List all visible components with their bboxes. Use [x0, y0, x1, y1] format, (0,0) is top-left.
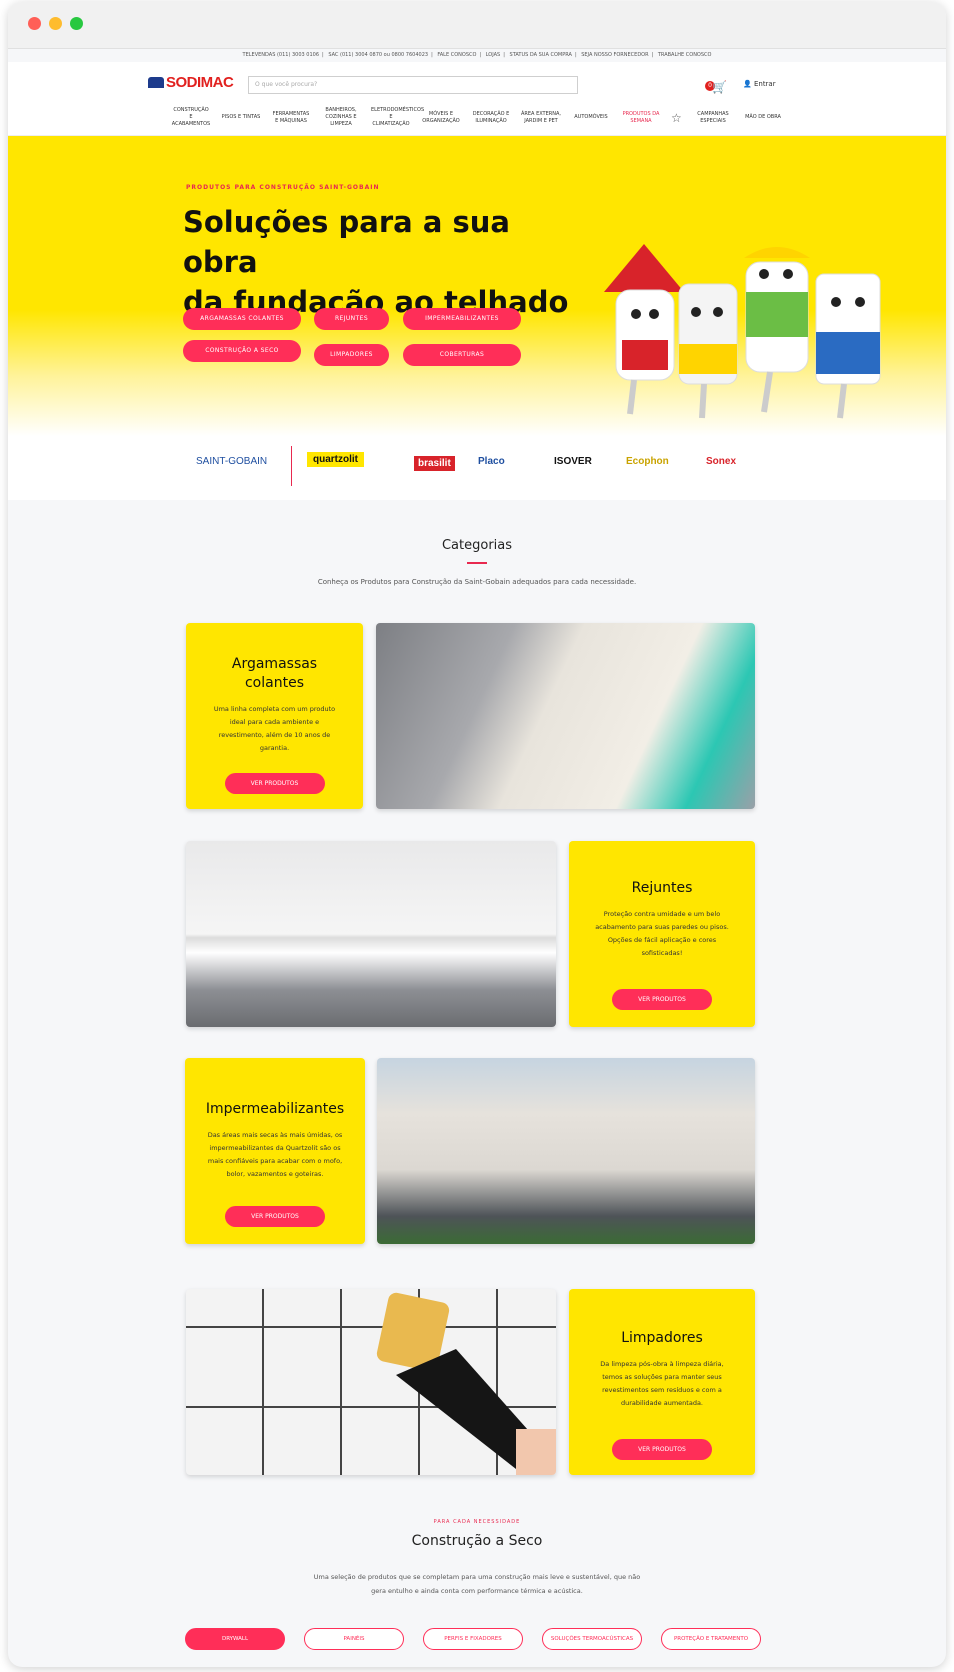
hero-kicker: PRODUTOS PARA CONSTRUÇÃO SAINT-GOBAIN	[186, 184, 380, 191]
nav-item-automoveis[interactable]: AUTOMÓVEIS	[571, 114, 611, 121]
seco-description: Uma seleção de produtos que se completam…	[313, 1573, 641, 1595]
nav-item-area-externa[interactable]: ÁREA EXTERNA, JARDIM E PET	[521, 111, 561, 125]
card-text: Uma linha completa com um produto ideal …	[213, 705, 336, 752]
topbar-status[interactable]: STATUS DA SUA COMPRA	[510, 52, 572, 58]
brand-placo[interactable]: Placo	[478, 456, 505, 467]
hero-pill-argamassas[interactable]: ARGAMASSAS COLANTES	[183, 308, 301, 330]
nav-item-eletrodomesticos[interactable]: ELETRODOMÉSTICOS E CLIMATIZAÇÃO	[371, 107, 424, 128]
search-input[interactable]: O que você procura?	[248, 76, 578, 94]
cleaning-tiles-photo	[186, 1289, 556, 1475]
topbar-trabalhe[interactable]: TRABALHE CONOSCO	[658, 52, 712, 58]
ver-produtos-button[interactable]: VER PRODUTOS	[224, 773, 325, 794]
hero-title: Soluções para a sua obra da fundação ao …	[183, 202, 583, 322]
nav-item-moveis[interactable]: MÓVEIS E ORGANIZAÇÃO	[421, 111, 461, 125]
card-text: Da limpeza pós-obra à limpeza diária, te…	[600, 1360, 724, 1407]
categories-title: Categorias	[441, 538, 513, 553]
brands-strip: SAINT-GOBAIN quartzolit brasilit Placo I…	[8, 436, 946, 500]
browser-window: TELEVENDAS (011) 3003 0106 | SAC (011) 30…	[8, 2, 946, 1667]
brand-quartzolit[interactable]: quartzolit	[307, 452, 364, 467]
topbar-lojas[interactable]: LOJAS	[486, 52, 501, 58]
card-title: Limpadores	[621, 1330, 703, 1346]
close-window-button[interactable]	[28, 17, 41, 30]
brand-ecophon[interactable]: Ecophon	[626, 456, 669, 467]
hero-pill-limpadores[interactable]: LIMPADORES	[314, 344, 389, 366]
tab-solucoes-termoacusticas[interactable]: SOLUÇÕES TERMOACÚSTICAS	[542, 1628, 642, 1650]
site-header: SODIMAC O que você procura? 0 🛒 👤 Entrar	[8, 62, 946, 100]
hero-banner: PRODUTOS PARA CONSTRUÇÃO SAINT-GOBAIN So…	[8, 136, 946, 436]
tab-paineis[interactable]: PAINÉIS	[304, 1628, 404, 1650]
nav-item-construcao[interactable]: CONSTRUÇÃO E ACABAMENTOS	[171, 107, 211, 128]
tile-installation-photo	[376, 623, 755, 809]
topbar-fale-conosco[interactable]: FALE CONOSCO	[437, 52, 476, 58]
brand-saint-gobain[interactable]: SAINT-GOBAIN	[196, 456, 267, 467]
nav-item-banheiros[interactable]: BANHEIROS, COZINHAS E LIMPEZA	[321, 107, 361, 128]
brand-brasilit[interactable]: brasilit	[414, 456, 455, 471]
main-nav: CONSTRUÇÃO E ACABAMENTOS PISOS E TINTAS …	[8, 100, 946, 136]
nav-item-ferramentas[interactable]: FERRAMENTAS E MÁQUINAS	[271, 111, 311, 125]
topbar-sac[interactable]: SAC (011) 3004 0870 ou 0800 7604023	[328, 52, 428, 58]
login-link[interactable]: 👤 Entrar	[743, 80, 776, 88]
category-card-argamassas: Argamassas colantes Uma linha completa c…	[186, 623, 363, 809]
topbar-fornecedor[interactable]: SEJA NOSSO FORNECEDOR	[581, 52, 648, 58]
mascot-roof-shape	[604, 244, 684, 292]
house-exterior-photo	[377, 1058, 755, 1244]
seco-title: Construção a Seco	[411, 1533, 543, 1549]
ver-produtos-button[interactable]: VER PRODUTOS	[612, 1439, 712, 1460]
login-label: Entrar	[753, 80, 776, 88]
browser-chrome	[8, 2, 946, 49]
card-title: Argamassas colantes	[231, 656, 318, 691]
hero-title-line1: Soluções para a sua obra	[183, 205, 510, 279]
brand-sonex[interactable]: Sonex	[706, 456, 736, 467]
categories-subtitle: Conheça os Produtos para Construção da S…	[317, 578, 637, 586]
sponge-hand-illustration	[186, 1292, 556, 1475]
tab-perfis-fixadores[interactable]: PERFIS E FIXADORES	[423, 1628, 523, 1650]
maximize-window-button[interactable]	[70, 17, 83, 30]
nav-item-pisos[interactable]: PISOS E TINTAS	[221, 114, 261, 121]
hero-pill-rejuntes[interactable]: REJUNTES	[314, 308, 389, 330]
nav-item-produtos-semana[interactable]: PRODUTOS DA SEMANA	[621, 111, 661, 125]
tab-protecao-tratamento[interactable]: PROTEÇÃO E TRATAMENTO	[661, 1628, 761, 1650]
bathroom-photo	[186, 841, 556, 1027]
topbar-televendas[interactable]: TELEVENDAS (011) 3003 0106	[243, 52, 320, 58]
category-card-limpadores: Limpadores Da limpeza pós-obra à limpeza…	[569, 1289, 755, 1475]
card-text: Proteção contra umidade e um belo acabam…	[595, 910, 729, 957]
category-card-impermeabilizantes: Impermeabilizantes Das áreas mais secas …	[185, 1058, 365, 1244]
product-mascots-illustration	[604, 244, 881, 419]
hero-pill-construcao-seco[interactable]: CONSTRUÇÃO A SECO	[183, 340, 301, 362]
ver-produtos-button[interactable]: VER PRODUTOS	[225, 1206, 325, 1227]
minimize-window-button[interactable]	[49, 17, 62, 30]
card-title: Impermeabilizantes	[205, 1101, 345, 1117]
ver-produtos-button[interactable]: VER PRODUTOS	[612, 989, 712, 1010]
cart-icon[interactable]: 🛒	[712, 80, 727, 94]
category-card-rejuntes: Rejuntes Proteção contra umidade e um be…	[569, 841, 755, 1027]
house-logo-icon	[148, 77, 164, 88]
brand-isover[interactable]: ISOVER	[554, 456, 592, 467]
star-icon: ☆	[671, 110, 682, 125]
top-utility-bar: TELEVENDAS (011) 3003 0106 | SAC (011) 30…	[242, 52, 712, 58]
hero-pill-coberturas[interactable]: COBERTURAS	[403, 344, 521, 366]
sodimac-logo[interactable]: SODIMAC	[148, 74, 234, 91]
nav-item-campanhas[interactable]: CAMPANHAS ESPECIAIS	[693, 111, 733, 125]
categories-underline	[467, 562, 487, 564]
hero-pill-impermeabilizantes[interactable]: IMPERMEABILIZANTES	[403, 308, 521, 330]
card-title: Rejuntes	[631, 880, 693, 896]
user-icon: 👤	[743, 80, 752, 88]
nav-item-decoracao[interactable]: DECORAÇÃO E ILUMINAÇÃO	[471, 111, 511, 125]
brands-divider	[291, 446, 292, 486]
card-text: Das áreas mais secas às mais úmidas, os …	[207, 1131, 343, 1178]
tab-drywall[interactable]: DRYWALL	[185, 1628, 285, 1650]
nav-item-mao-de-obra[interactable]: MÃO DE OBRA	[743, 114, 783, 121]
seco-kicker: PARA CADA NECESSIDADE	[433, 1519, 521, 1525]
